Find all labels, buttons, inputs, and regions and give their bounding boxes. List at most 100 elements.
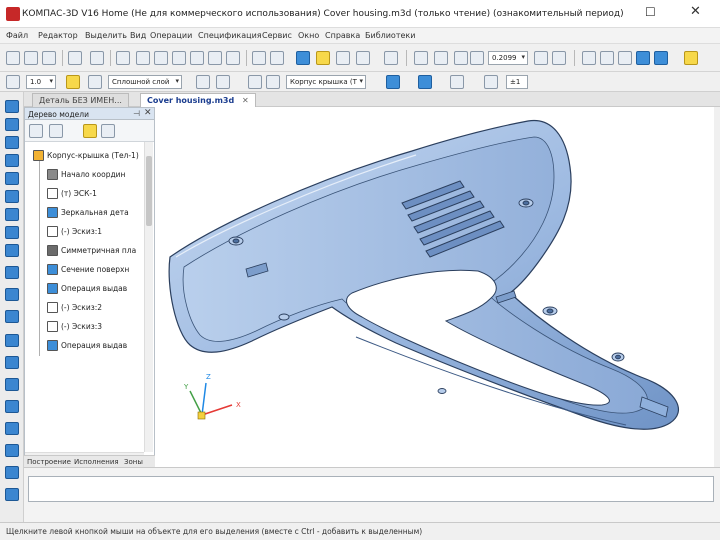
zoom-combo[interactable]: 0.2099 ▾ (488, 51, 528, 65)
tree-item[interactable]: (-) Эскиз:2 (25, 300, 143, 315)
tab-part[interactable]: Деталь БЕЗ ИМЕН... (32, 93, 129, 107)
tree-item[interactable]: Корпус-крышка (Тел-1) (25, 148, 143, 163)
menu-help[interactable]: Справка (325, 31, 360, 40)
tree-item[interactable]: Операция выдав (25, 281, 143, 296)
rotate-icon[interactable] (534, 51, 548, 65)
new-document-icon[interactable] (6, 51, 20, 65)
sketch-tool-icon[interactable] (5, 118, 19, 131)
orientation-icon[interactable] (582, 51, 596, 65)
filter-icon[interactable] (484, 75, 498, 89)
hidden-lines-icon[interactable] (618, 51, 632, 65)
variables-icon[interactable] (296, 51, 310, 65)
tree-list-icon[interactable] (49, 124, 63, 138)
array-tool-icon[interactable] (5, 266, 19, 279)
redo-icon[interactable] (270, 51, 284, 65)
tree-vertical-scrollbar[interactable] (144, 142, 153, 452)
measure-tool-icon[interactable] (5, 378, 19, 391)
loft-tool-icon[interactable] (5, 172, 19, 185)
pan-icon[interactable] (552, 51, 566, 65)
cut-tool-icon[interactable] (5, 190, 19, 203)
fillet-tool-icon[interactable] (5, 208, 19, 221)
sheet-tool-icon[interactable] (5, 466, 19, 479)
table-icon[interactable] (226, 51, 240, 65)
lighting-icon[interactable] (450, 75, 464, 89)
close-panel-icon[interactable]: ✕ (144, 108, 152, 118)
tree-item[interactable]: Сечение поверхн (25, 262, 143, 277)
cut-icon[interactable] (116, 51, 130, 65)
library-icon[interactable] (190, 51, 204, 65)
menu-view[interactable]: Вид (130, 31, 146, 40)
spec-tool-icon[interactable] (5, 422, 19, 435)
plane-select-icon[interactable] (216, 75, 230, 89)
part-tool-icon[interactable] (5, 100, 19, 113)
cursor-icon[interactable] (6, 75, 20, 89)
chamfer-tool-icon[interactable] (5, 226, 19, 239)
tree-item[interactable]: (т) ЭСК-1 (25, 186, 143, 201)
manager-icon[interactable] (208, 51, 222, 65)
close-button[interactable]: ✕ (690, 4, 701, 19)
paste-icon[interactable] (154, 51, 168, 65)
axis-icon[interactable] (266, 75, 280, 89)
formula-icon[interactable] (336, 51, 350, 65)
menu-specification[interactable]: Спецификация (198, 31, 262, 40)
tree-structure-icon[interactable] (29, 124, 43, 138)
tree-item[interactable]: (-) Эскиз:1 (25, 224, 143, 239)
weld-tool-icon[interactable] (5, 488, 19, 501)
undo-icon[interactable] (252, 51, 266, 65)
zoom-all-icon[interactable] (470, 51, 484, 65)
close-tab-icon[interactable]: ✕ (242, 96, 249, 105)
tree-item[interactable]: Начало координ (25, 167, 143, 182)
perspective-icon[interactable] (684, 51, 698, 65)
style-combo[interactable]: Сплошной слой ▾ (108, 75, 182, 89)
pin-icon[interactable]: ⊣ (133, 109, 140, 118)
grid-icon[interactable] (356, 51, 370, 65)
tab-build[interactable]: Построение (27, 458, 71, 466)
rotate-tool-icon[interactable] (5, 154, 19, 167)
wireframe-icon[interactable] (600, 51, 614, 65)
copy-icon[interactable] (136, 51, 150, 65)
menu-file[interactable]: Файл (6, 31, 28, 40)
local-cs-icon[interactable] (196, 75, 210, 89)
tab-versions[interactable]: Исполнения (74, 458, 119, 466)
tab-cover-housing[interactable]: Cover housing.m3d ✕ (140, 93, 256, 107)
shell-tool-icon[interactable] (5, 244, 19, 257)
model-render[interactable]: X Y Z (156, 107, 714, 467)
view-orient-icon[interactable] (386, 75, 400, 89)
print-icon[interactable] (68, 51, 82, 65)
cover-housing-part[interactable] (168, 119, 680, 430)
tree-document-icon[interactable] (83, 124, 97, 138)
report-tool-icon[interactable] (5, 444, 19, 457)
mirror-tool-icon[interactable] (5, 288, 19, 301)
open-document-icon[interactable] (24, 51, 38, 65)
tree-item[interactable]: (-) Эскиз:3 (25, 319, 143, 334)
tree-item[interactable]: Операция выдав (25, 338, 143, 353)
properties-icon[interactable] (172, 51, 186, 65)
zoom-step-combo[interactable]: ±1 (506, 75, 528, 89)
extrude-tool-icon[interactable] (5, 136, 19, 149)
property-field[interactable] (28, 476, 714, 502)
shaded-edges-icon[interactable] (654, 51, 668, 65)
snap-icon[interactable] (66, 75, 80, 89)
curve-tool-icon[interactable] (5, 334, 19, 347)
filter-tool-icon[interactable] (5, 400, 19, 413)
menu-operations[interactable]: Операции (150, 31, 192, 40)
menu-select[interactable]: Выделить (85, 31, 127, 40)
viewport-scrollbar[interactable] (714, 107, 720, 467)
3d-viewport[interactable]: X Y Z (156, 107, 714, 467)
step-combo[interactable]: 1.0 ▾ (26, 75, 56, 89)
zoom-icon[interactable] (454, 51, 468, 65)
orientation-combo[interactable]: Корпус крышка (Т ▾ (286, 75, 366, 89)
tree-item[interactable]: Симметричная пла (25, 243, 143, 258)
tree-settings-icon[interactable] (101, 124, 115, 138)
orient-icon[interactable] (248, 75, 262, 89)
surface-tool-icon[interactable] (5, 310, 19, 323)
display-mode-icon[interactable] (418, 75, 432, 89)
measure-icon[interactable] (316, 51, 330, 65)
menu-edit[interactable]: Редактор (38, 31, 78, 40)
tree-item[interactable]: Зеркальная дета (25, 205, 143, 220)
menu-service[interactable]: Сервис (262, 31, 292, 40)
layer-icon[interactable] (88, 75, 102, 89)
save-icon[interactable] (42, 51, 56, 65)
menu-libraries[interactable]: Библиотеки (365, 31, 415, 40)
maximize-button[interactable]: ☐ (645, 5, 656, 19)
